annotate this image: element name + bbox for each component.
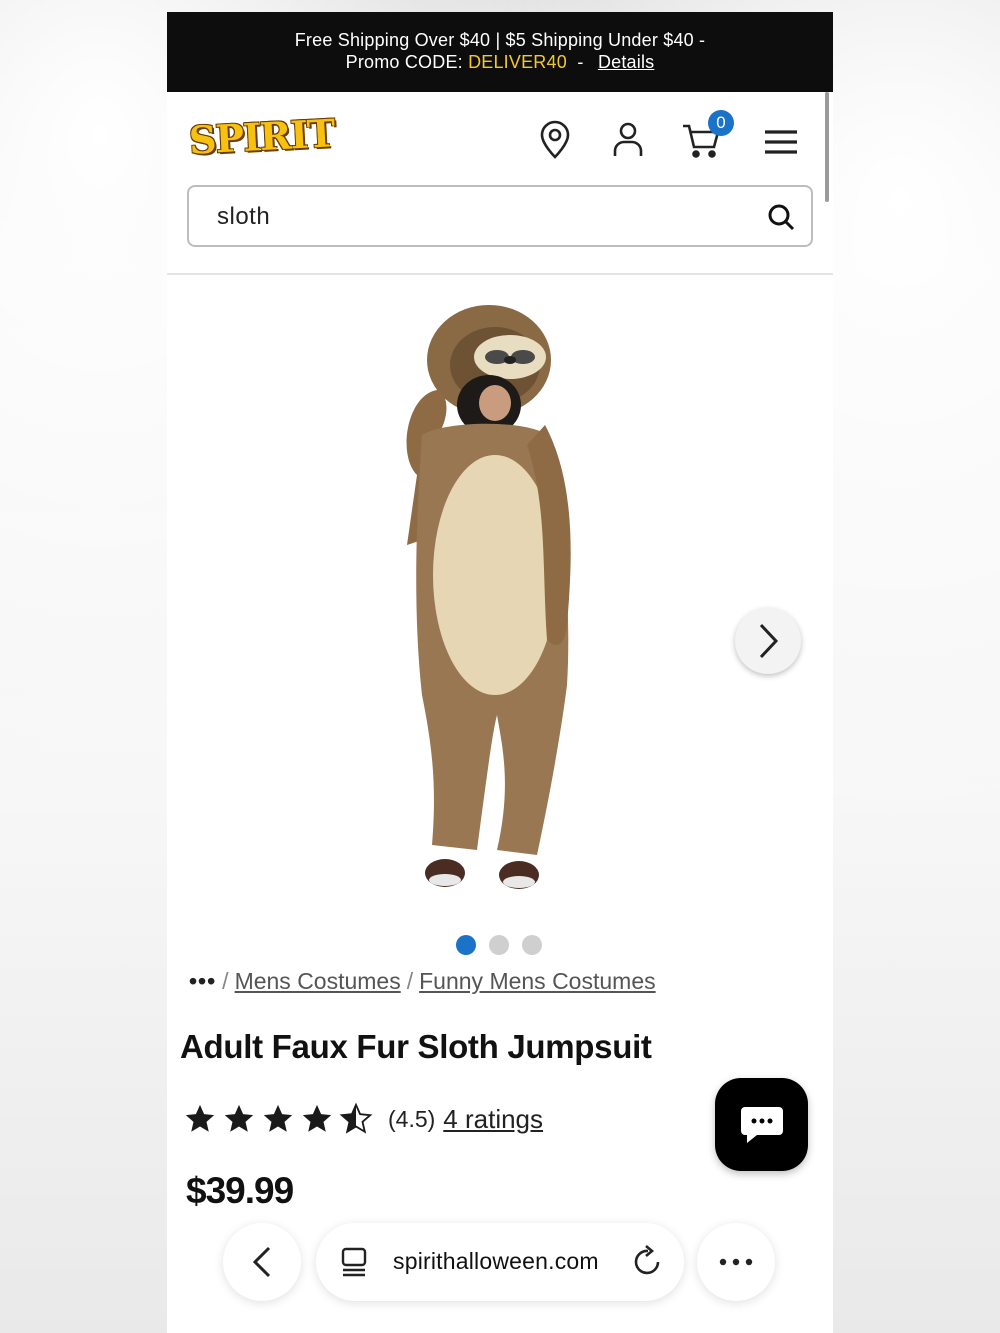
star-full-icon — [263, 1104, 293, 1132]
breadcrumb-separator: / — [406, 968, 414, 994]
star-full-icon — [185, 1104, 215, 1132]
next-image-button[interactable] — [735, 608, 801, 674]
location-pin-icon[interactable] — [535, 120, 575, 160]
reload-icon[interactable] — [633, 1245, 663, 1277]
account-icon[interactable] — [608, 120, 648, 160]
promo-code: DELIVER40 — [468, 52, 567, 72]
rating-score: (4.5) — [388, 1105, 436, 1132]
breadcrumb-item-funny-mens-costumes[interactable]: Funny Mens Costumes — [419, 968, 655, 994]
chevron-left-icon — [252, 1246, 271, 1278]
product-gallery — [167, 275, 833, 955]
tabs-icon[interactable] — [340, 1246, 368, 1278]
image-pagination — [456, 935, 542, 955]
address-url[interactable]: spirithalloween.com — [393, 1248, 599, 1275]
cart-count-badge: 0 — [708, 110, 734, 136]
chat-bubble-icon — [740, 1106, 783, 1143]
promo-details-link[interactable]: Details — [598, 52, 654, 72]
breadcrumb: ••• / Mens Costumes / Funny Mens Costumes — [189, 968, 656, 995]
star-full-icon — [302, 1104, 332, 1132]
ratings-count-link[interactable]: 4 ratings — [443, 1104, 543, 1135]
search-box — [187, 185, 813, 247]
browser-toolbar: spirithalloween.com — [167, 1220, 833, 1310]
star-half-icon — [339, 1102, 373, 1134]
pagination-dot[interactable] — [489, 935, 509, 955]
product-title: Adult Faux Fur Sloth Jumpsuit — [180, 1028, 652, 1065]
promo-code-label: Promo CODE: — [345, 52, 463, 72]
browser-more-button[interactable] — [697, 1223, 775, 1301]
promo-separator: - — [577, 52, 584, 72]
search-icon[interactable] — [767, 203, 795, 231]
site-header: SPIRIT 0 — [167, 92, 833, 275]
breadcrumb-item-mens-costumes[interactable]: Mens Costumes — [235, 968, 401, 994]
promo-line-1: Free Shipping Over $40 | $5 Shipping Und… — [294, 30, 706, 50]
promo-banner: Free Shipping Over $40 | $5 Shipping Und… — [167, 12, 833, 92]
product-rating: (4.5) 4 ratings — [182, 1102, 543, 1136]
product-price: $39.99 — [186, 1170, 294, 1211]
promo-line-2: Promo CODE: DELIVER40 - Details — [167, 51, 833, 73]
search-input[interactable] — [215, 201, 739, 233]
breadcrumb-more[interactable]: ••• — [189, 968, 216, 994]
spirit-logo[interactable]: SPIRIT — [188, 110, 336, 163]
product-image[interactable] — [377, 305, 607, 905]
more-dots-icon — [719, 1258, 753, 1266]
rating-stars — [182, 1102, 374, 1136]
browser-back-button[interactable] — [223, 1223, 301, 1301]
chat-button[interactable] — [715, 1078, 808, 1171]
address-bar[interactable]: spirithalloween.com — [316, 1223, 684, 1301]
chevron-right-icon — [759, 623, 779, 659]
pagination-dot[interactable] — [522, 935, 542, 955]
pagination-dot[interactable] — [456, 935, 476, 955]
mobile-page: Free Shipping Over $40 | $5 Shipping Und… — [167, 12, 833, 1333]
page-scrollbar[interactable] — [825, 92, 829, 202]
breadcrumb-separator: / — [222, 968, 229, 994]
hamburger-menu-icon[interactable] — [761, 122, 801, 162]
star-full-icon — [224, 1104, 254, 1132]
